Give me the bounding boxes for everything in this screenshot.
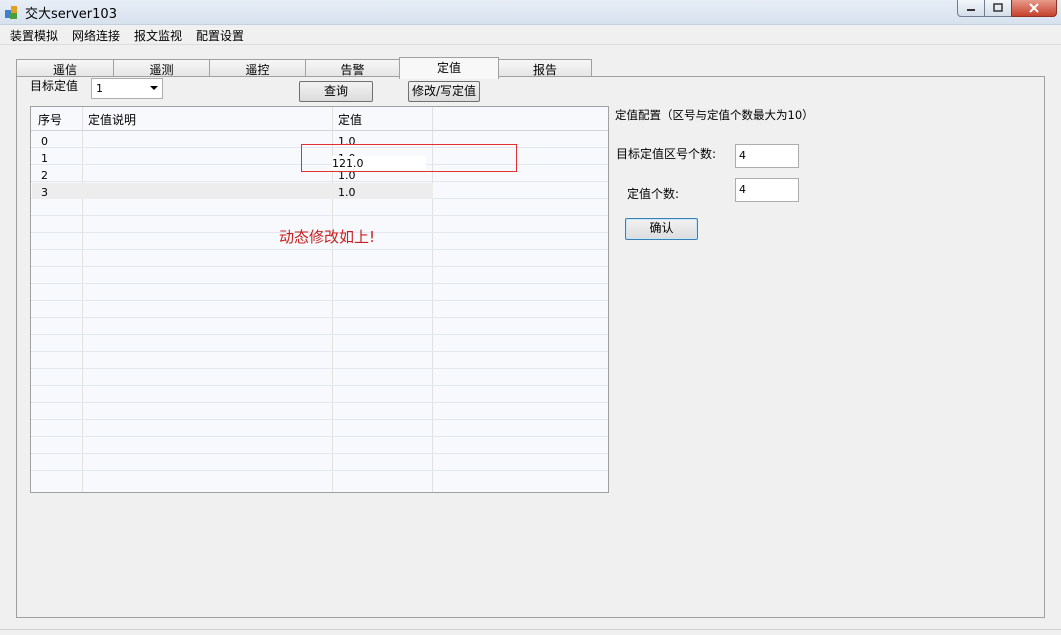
- value-count-value: 4: [739, 183, 746, 196]
- confirm-button[interactable]: 确认: [625, 218, 698, 240]
- value-count-input[interactable]: 4: [735, 178, 799, 202]
- close-button[interactable]: [1011, 0, 1057, 17]
- tab-setting-value[interactable]: 定值: [399, 57, 499, 79]
- column-header-description[interactable]: 定值说明: [88, 111, 136, 128]
- menu-network[interactable]: 网络连接: [72, 27, 120, 44]
- close-icon: [1029, 3, 1039, 13]
- target-select-value: 1: [96, 82, 103, 95]
- column-header-index[interactable]: 序号: [38, 111, 62, 128]
- row-index: 3: [41, 186, 48, 199]
- minimize-icon: [967, 9, 975, 11]
- selected-row-highlight: [32, 183, 433, 199]
- query-button[interactable]: 查询: [299, 81, 373, 102]
- app-icon: [5, 6, 17, 19]
- zone-count-label: 目标定值区号个数:: [616, 147, 717, 161]
- target-select[interactable]: 1: [91, 78, 163, 99]
- zone-count-input[interactable]: 4: [735, 144, 799, 168]
- target-label: 目标定值: [30, 79, 79, 93]
- menu-message-monitor[interactable]: 报文监视: [134, 27, 182, 44]
- maximize-button[interactable]: [984, 0, 1012, 17]
- value-count-label: 定值个数:: [627, 187, 680, 201]
- modify-button[interactable]: 修改/写定值: [408, 81, 480, 102]
- chevron-down-icon: [150, 86, 158, 90]
- row-index: 2: [41, 169, 48, 182]
- row-index: 1: [41, 152, 48, 165]
- maximize-icon: [993, 3, 1003, 12]
- window-bottom-border: [0, 629, 1061, 635]
- annotation-text: 动态修改如上!: [279, 228, 376, 246]
- menu-device-sim[interactable]: 装置模拟: [10, 27, 58, 44]
- config-title: 定值配置（区号与定值个数最大为10）: [615, 108, 814, 122]
- column-header-value[interactable]: 定值: [338, 111, 362, 128]
- menu-bar: 装置模拟 网络连接 报文监视 配置设置: [0, 25, 1061, 45]
- window-title: 交大server103: [25, 7, 117, 22]
- zone-count-value: 4: [739, 149, 746, 162]
- minimize-button[interactable]: [957, 0, 985, 17]
- row-index: 0: [41, 135, 48, 148]
- annotation-box: [301, 144, 517, 172]
- title-bar: 交大server103: [0, 0, 1061, 25]
- menu-config[interactable]: 配置设置: [196, 27, 244, 44]
- row-value[interactable]: 1.0: [338, 186, 356, 199]
